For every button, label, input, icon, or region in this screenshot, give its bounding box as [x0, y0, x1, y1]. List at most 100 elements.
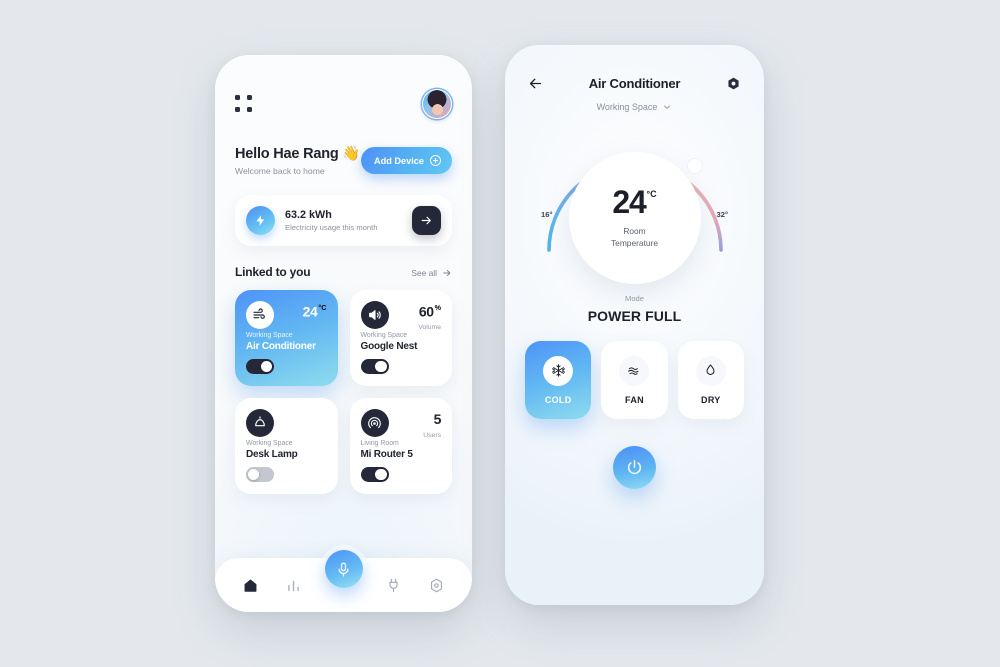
nav-item-settings[interactable]: [424, 572, 450, 598]
device-card-google-nest[interactable]: 60% Volume Working Space Google Nest: [349, 290, 452, 386]
lamp-icon: [246, 409, 274, 437]
temperature-label: Room Temperature: [611, 225, 658, 249]
device-metric-unit: °C: [318, 303, 327, 312]
ac-header: Air Conditioner: [525, 73, 744, 93]
device-metric: 60% Volume: [418, 301, 441, 331]
nav-item-home[interactable]: [238, 572, 264, 598]
power-icon: [627, 459, 642, 475]
see-all-link[interactable]: See all: [411, 268, 452, 278]
dial-max-tick: 32°: [716, 210, 728, 219]
voice-assistant-button[interactable]: [324, 550, 363, 588]
avatar[interactable]: [422, 89, 452, 119]
device-name: Air Conditioner: [246, 341, 316, 352]
air-conditioner-screen: Air Conditioner Working Space 24 °C Room…: [505, 45, 764, 605]
dial-center: 24 °C Room Temperature: [568, 152, 701, 284]
mode-selector: COLD FAN DRY: [525, 341, 744, 419]
speaker-icon: [360, 301, 389, 329]
device-room: Working Space: [246, 440, 293, 447]
see-all-label: See all: [411, 268, 437, 278]
page-title: Hello Hae Rang 👋: [235, 146, 361, 162]
room-selector-label: Working Space: [596, 102, 658, 112]
device-metric-value: 5: [433, 411, 442, 427]
snowflake-icon: [543, 355, 574, 386]
mode-card-label: COLD: [544, 394, 572, 405]
settings-hex-icon: [430, 578, 443, 592]
add-device-label: Add Device: [373, 155, 424, 166]
home-icon: [244, 578, 257, 592]
temperature-value: 24: [612, 183, 646, 220]
temperature-label-line1: Room: [623, 226, 646, 236]
device-name: Google Nest: [360, 341, 418, 352]
dial-min-tick: 16°: [541, 210, 553, 219]
grid-menu-icon[interactable]: [235, 95, 253, 113]
device-room: Living Room: [360, 440, 399, 447]
temperature-unit: °C: [646, 188, 657, 199]
bottom-navigation: [215, 550, 472, 612]
section-title: Linked to you: [235, 265, 311, 279]
ac-page-title: Air Conditioner: [588, 75, 681, 91]
power-button-wrap: [525, 446, 744, 489]
greeting-block: Hello Hae Rang 👋 Welcome back to home: [235, 145, 360, 176]
device-card-top: [246, 409, 327, 437]
app-canvas: Hello Hae Rang 👋 Welcome back to home Ad…: [0, 0, 1000, 667]
home-phone-screen: Hello Hae Rang 👋 Welcome back to home Ad…: [215, 55, 472, 612]
microphone-icon: [338, 561, 349, 577]
wifi-router-icon: [360, 409, 389, 437]
nav-item-plug[interactable]: [381, 572, 407, 598]
device-metric-value: 24: [302, 303, 318, 320]
nav-item-stats[interactable]: [281, 572, 307, 598]
device-card-top: 60% Volume: [360, 301, 441, 331]
mode-card-label: FAN: [625, 394, 644, 405]
device-room: Working Space: [246, 332, 293, 339]
device-toggle[interactable]: [246, 467, 274, 482]
settings-hex-icon: [728, 77, 740, 89]
device-toggle[interactable]: [360, 467, 389, 482]
device-metric-sub: Users: [423, 432, 441, 439]
device-toggle[interactable]: [246, 359, 274, 374]
mode-label: Mode: [625, 294, 644, 303]
arrow-right-icon: [443, 270, 451, 276]
chevron-down-icon: [664, 105, 671, 109]
device-metric-value: 60: [418, 303, 434, 320]
back-button[interactable]: [525, 73, 545, 93]
back-arrow-icon: [529, 78, 541, 88]
electricity-detail-button[interactable]: [412, 206, 441, 235]
device-card-mi-router[interactable]: 5 Users Living Room Mi Router 5: [349, 398, 452, 494]
device-room: Working Space: [360, 332, 408, 339]
mode-card-cold[interactable]: COLD: [525, 341, 592, 419]
mode-card-label: DRY: [701, 394, 721, 405]
power-button[interactable]: [613, 446, 656, 489]
ac-settings-button[interactable]: [724, 73, 744, 93]
temperature-readout: 24 °C: [612, 183, 657, 220]
linked-section-header: Linked to you See all: [235, 265, 452, 279]
electricity-value: 63.2 kWh: [285, 209, 332, 221]
home-header: [235, 85, 452, 123]
temperature-label-line2: Temperature: [610, 238, 658, 249]
device-card-air-conditioner[interactable]: 24°C Working Space Air Conditioner: [235, 290, 338, 386]
mode-card-fan[interactable]: FAN: [601, 341, 668, 419]
plus-circle-icon: [430, 155, 441, 166]
electricity-usage-card[interactable]: 63.2 kWh Electricity usage this month: [235, 195, 452, 246]
device-metric: 5 Users: [423, 409, 441, 439]
device-card-top: 5 Users: [360, 409, 441, 439]
water-drop-icon: [695, 355, 726, 386]
electricity-label: Electricity usage this month: [285, 223, 378, 232]
add-device-button[interactable]: Add Device: [360, 147, 452, 174]
device-grid: 24°C Working Space Air Conditioner 60% V…: [235, 290, 452, 494]
mode-card-dry[interactable]: DRY: [677, 341, 744, 419]
room-selector[interactable]: Working Space: [525, 102, 744, 112]
device-metric: 24°C: [303, 301, 327, 321]
device-metric-unit: %: [434, 303, 441, 312]
device-card-top: 24°C: [246, 301, 327, 329]
temperature-dial[interactable]: 24 °C Room Temperature 16° 32°: [525, 122, 744, 284]
device-card-desk-lamp[interactable]: Working Space Desk Lamp: [235, 398, 338, 494]
device-name: Mi Router 5: [360, 449, 413, 460]
fan-waves-icon: [619, 355, 650, 386]
air-flow-icon: [246, 301, 274, 329]
plug-icon: [389, 578, 398, 592]
mode-value: POWER FULL: [587, 308, 682, 324]
greeting-row: Hello Hae Rang 👋 Welcome back to home Ad…: [235, 145, 452, 176]
device-toggle[interactable]: [360, 359, 389, 374]
greeting-subtitle: Welcome back to home: [235, 166, 325, 176]
device-metric-sub: Volume: [418, 324, 441, 332]
